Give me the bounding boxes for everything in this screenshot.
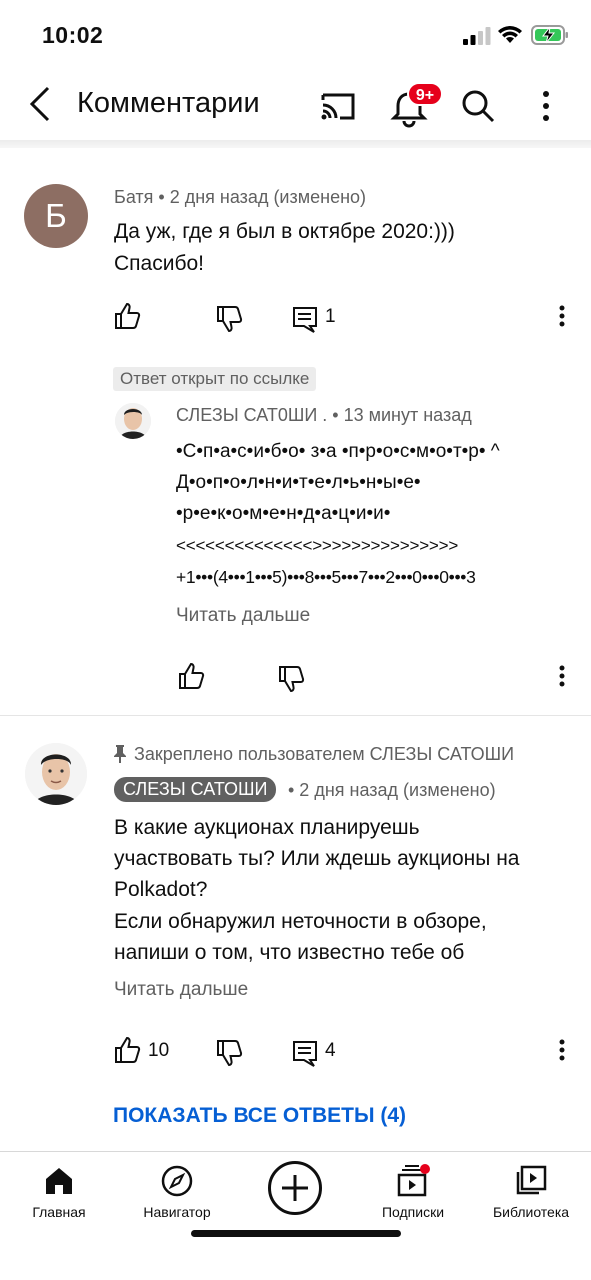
nav-subscriptions[interactable]: Подписки (358, 1164, 468, 1220)
read-more-link[interactable]: Читать дальше (176, 605, 310, 627)
avatar[interactable] (25, 743, 87, 805)
comment-menu-button[interactable] (552, 1035, 572, 1065)
bottom-navigation: Главная Навигатор Подписки Библиотека (0, 1151, 591, 1280)
reply-count: 4 (325, 1040, 336, 1061)
person-photo-icon (25, 743, 87, 805)
author-chip[interactable]: СЛЕЗЫ САТОШИ (114, 777, 277, 802)
reply-icon[interactable] (290, 1038, 320, 1068)
reply-menu-button[interactable] (552, 661, 572, 691)
status-time: 10:02 (42, 22, 104, 48)
back-arrow-icon (29, 86, 50, 122)
nav-label: Главная (32, 1204, 86, 1220)
like-icon[interactable] (176, 661, 206, 691)
avatar[interactable] (115, 403, 151, 439)
create-button[interactable] (268, 1161, 322, 1215)
nav-label: Библиотека (492, 1204, 570, 1220)
pinned-label: Закреплено пользователем СЛЕЗЫ САТОШИ (134, 744, 515, 764)
dislike-icon[interactable] (214, 304, 244, 334)
comment-text-line: Если обнаружил неточности в обзоре, (114, 910, 487, 933)
like-icon[interactable] (112, 1035, 142, 1065)
reply-text-line: •С•п•а•с•и•б•о• з•а •п•р•о•с•м•о•т•р• ^ (176, 441, 500, 462)
compass-icon (161, 1165, 193, 1197)
more-options-icon (559, 1039, 565, 1061)
comment-text-line: Спасибо! (114, 252, 204, 275)
show-all-replies-button[interactable]: ПОКАЗАТЬ ВСЕ ОТВЕТЫ (4) (113, 1104, 406, 1128)
linked-reply-chip: Ответ открыт по ссылке (113, 367, 317, 391)
reply-count: 1 (325, 306, 336, 327)
wifi-icon (498, 26, 522, 43)
comment-text-line: В какие аукционах планируешь (114, 816, 420, 839)
reply-text-line: Д•о•п•о•л•н•и•т•е•л•ь•н•ы•е• (176, 472, 421, 493)
comment-text-line: Да уж, где я был в октябре 2020:))) (114, 220, 455, 243)
like-icon[interactable] (112, 301, 142, 331)
cast-icon[interactable] (318, 86, 358, 126)
library-icon (516, 1165, 547, 1195)
nav-label: Подписки (381, 1204, 445, 1220)
comment-text-line: Polkadot? (114, 878, 208, 901)
notification-badge: 9+ (407, 82, 443, 106)
nav-library[interactable]: Библиотека (476, 1164, 586, 1220)
nav-explore[interactable]: Навигатор (122, 1164, 232, 1220)
subscriptions-icon (397, 1164, 430, 1197)
cellular-signal-icon (463, 27, 491, 45)
person-photo-icon (115, 403, 151, 439)
reply-icon[interactable] (290, 304, 320, 334)
avatar[interactable]: Б (24, 184, 88, 248)
comment-meta: Батя • 2 дня назад (изменено) (114, 187, 367, 207)
comment-menu-button[interactable] (552, 301, 572, 331)
home-icon (46, 1168, 72, 1194)
battery-charging-icon (531, 25, 568, 45)
back-button[interactable] (18, 82, 62, 126)
comment-text-line: участвовать ты? Или ждешь аукционы на (114, 847, 520, 870)
app-bar: Комментарии (0, 70, 591, 140)
pin-icon (114, 745, 126, 763)
read-more-link[interactable]: Читать дальше (114, 979, 248, 1001)
reply-text-line: •р•е•к•о•м•е•н•д•а•ц•и•и• (176, 503, 391, 524)
nav-home[interactable]: Главная (4, 1164, 114, 1220)
comment-text-line: напиши о том, что известно тебе об (114, 941, 465, 964)
reply-meta: СЛЕЗЫ САТ0ШИ . • 13 минут назад (176, 405, 472, 425)
home-indicator (191, 1230, 401, 1237)
more-options-icon (559, 305, 565, 327)
comment-time: • 2 дня назад (изменено) (288, 780, 496, 800)
dislike-icon[interactable] (276, 664, 306, 694)
like-count: 10 (148, 1040, 170, 1061)
page-title: Комментарии (77, 87, 260, 119)
more-options-icon (559, 665, 565, 687)
status-bar: 10:02 (0, 0, 591, 70)
header-divider (0, 140, 591, 148)
nav-label: Навигатор (143, 1204, 211, 1220)
search-icon[interactable] (458, 86, 498, 126)
plus-icon (282, 1175, 308, 1201)
dislike-icon[interactable] (214, 1038, 244, 1068)
reply-text-line: <<<<<<<<<<<<<<>>>>>>>>>>>>>>> (176, 536, 459, 555)
more-options-icon[interactable] (528, 86, 564, 126)
comment-divider (0, 715, 591, 716)
reply-text-line: +1•••(4•••1•••5)•••8•••5•••7•••2•••0•••0… (176, 567, 476, 587)
